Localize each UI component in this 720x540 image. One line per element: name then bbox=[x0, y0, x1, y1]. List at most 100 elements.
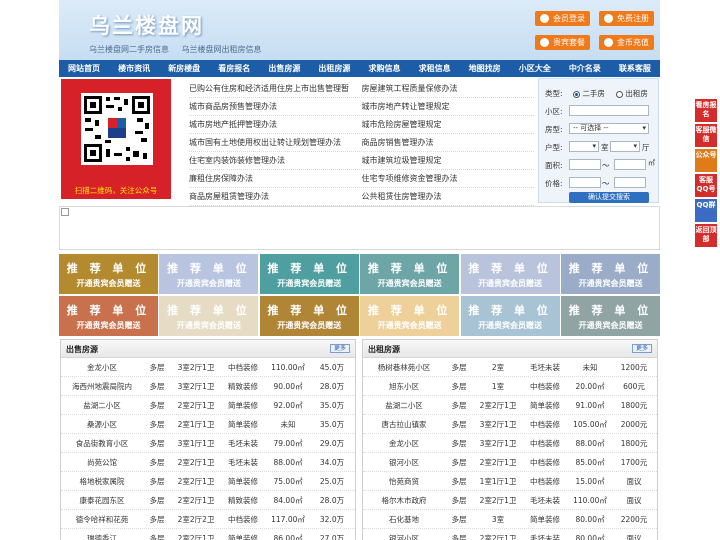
table-row[interactable]: 杨树巷林苑小区 多层 2室 毛坯未装 未知 1200元 bbox=[363, 358, 657, 377]
price-max-input[interactable] bbox=[614, 177, 646, 188]
side-official-account-button[interactable]: 公众号 bbox=[695, 149, 717, 172]
recommended-unit-tile[interactable]: 推 荐 单 位开通贵宾会员赠送 bbox=[460, 254, 560, 294]
community-cell[interactable]: 德令哈祥和花苑 bbox=[61, 510, 143, 528]
news-link[interactable]: 商品房屋租赁管理办法 bbox=[189, 188, 362, 205]
news-link[interactable]: 廉租住房保障办法 bbox=[189, 170, 362, 187]
hall-select[interactable]: ▾ bbox=[610, 141, 640, 152]
nav-wanted-buy[interactable]: 求购信息 bbox=[359, 60, 409, 77]
community-cell[interactable]: 唐古拉山镇家 bbox=[363, 415, 445, 433]
side-qq-group-button[interactable]: QQ群 bbox=[695, 199, 717, 222]
community-cell[interactable]: 金龙小区 bbox=[363, 434, 445, 452]
nav-for-rent[interactable]: 出租房源 bbox=[309, 60, 359, 77]
table-row[interactable]: 石化基地 多层 3室 简单装修 80.00㎡ 2200元 bbox=[363, 510, 657, 529]
nav-for-sale[interactable]: 出售房源 bbox=[259, 60, 309, 77]
community-cell[interactable]: 盐湖二小区 bbox=[61, 396, 143, 414]
news-link[interactable]: 商品房销售管理办法 bbox=[362, 134, 535, 151]
side-wechat-button[interactable]: 客服微信 bbox=[695, 124, 717, 147]
news-link[interactable]: 住宅专项维修资金管理办法 bbox=[362, 170, 535, 187]
table-row[interactable]: 盐湖二小区 多层 2室2厅1卫 简单装修 92.00㎡ 35.0万 bbox=[61, 396, 355, 415]
search-submit-button[interactable]: 确认提交搜索 bbox=[569, 192, 649, 203]
nav-contact[interactable]: 联系客服 bbox=[610, 60, 660, 77]
community-cell[interactable]: 杨树巷林苑小区 bbox=[363, 358, 445, 376]
table-row[interactable]: 银河小区 多层 2室2厅1卫 毛坯未装 80.00㎡ 面议 bbox=[363, 529, 657, 540]
table-row[interactable]: 金龙小区 多层 3室2厅1卫 中档装修 110.00㎡ 45.0万 bbox=[61, 358, 355, 377]
radio-secondhand[interactable]: 二手房 bbox=[573, 88, 605, 99]
recommended-unit-tile[interactable]: 推 荐 单 位开通贵宾会员赠送 bbox=[560, 254, 660, 294]
community-cell[interactable]: 银河小区 bbox=[363, 453, 445, 471]
table-row[interactable]: 银河小区 多层 2室2厅1卫 中档装修 85.00㎡ 1700元 bbox=[363, 453, 657, 472]
table-row[interactable]: 海西州地震局院内 多层 3室2厅1卫 精致装修 90.00㎡ 28.0万 bbox=[61, 377, 355, 396]
community-cell[interactable]: 桑源小区 bbox=[61, 415, 143, 433]
login-button[interactable]: 会员登录 bbox=[535, 11, 590, 26]
community-input[interactable] bbox=[569, 105, 649, 116]
recommended-unit-tile[interactable]: 推 荐 单 位开通贵宾会员赠送 bbox=[259, 296, 359, 336]
news-link[interactable]: 城市危险房屋管理规定 bbox=[362, 116, 535, 133]
side-viewing-signup-button[interactable]: 看房报名 bbox=[695, 99, 717, 122]
news-link[interactable]: 房屋建筑工程质量保修办法 bbox=[362, 80, 535, 97]
news-link[interactable]: 城市商品房预售管理办法 bbox=[189, 98, 362, 115]
community-cell[interactable]: 格地税家属院 bbox=[61, 472, 143, 490]
community-cell[interactable]: 石化基地 bbox=[363, 510, 445, 528]
community-cell[interactable]: 盐湖二小区 bbox=[363, 396, 445, 414]
recommended-unit-tile[interactable]: 推 荐 单 位开通贵宾会员赠送 bbox=[159, 296, 259, 336]
community-cell[interactable]: 瑞德香江 bbox=[61, 529, 143, 540]
area-max-input[interactable] bbox=[614, 159, 646, 170]
news-link[interactable]: 城市国有土地使用权出让转让规划管理办法 bbox=[189, 134, 362, 151]
community-cell[interactable]: 怡苑商贸 bbox=[363, 472, 445, 490]
table-row[interactable]: 德令哈祥和花苑 多层 2室2厅2卫 中档装修 117.00㎡ 32.0万 bbox=[61, 510, 355, 529]
news-link[interactable]: 已购公有住房和经济适用住房上市出售管理暂 bbox=[189, 80, 362, 97]
recommended-unit-tile[interactable]: 推 荐 单 位开通贵宾会员赠送 bbox=[59, 296, 158, 336]
recommended-unit-tile[interactable]: 推 荐 单 位开通贵宾会员赠送 bbox=[560, 296, 660, 336]
sale-more-button[interactable]: 更多 bbox=[330, 344, 350, 353]
recommended-unit-tile[interactable]: 推 荐 单 位开通贵宾会员赠送 bbox=[159, 254, 259, 294]
nav-news[interactable]: 楼市资讯 bbox=[109, 60, 159, 77]
rent-more-button[interactable]: 更多 bbox=[632, 344, 652, 353]
table-row[interactable]: 盐湖二小区 多层 2室2厅1卫 简单装修 91.00㎡ 1800元 bbox=[363, 396, 657, 415]
table-row[interactable]: 尚苑公馆 多层 2室2厅1卫 毛坯未装 88.00㎡ 34.0万 bbox=[61, 453, 355, 472]
news-link[interactable]: 住宅室内装饰装修管理办法 bbox=[189, 152, 362, 169]
recharge-button[interactable]: 金币充值 bbox=[599, 35, 654, 50]
radio-rental[interactable]: 出租房 bbox=[616, 88, 648, 99]
register-button[interactable]: 免费注册 bbox=[599, 11, 654, 26]
table-row[interactable]: 唐古拉山镇家 多层 3室2厅1卫 中档装修 105.00㎡ 2000元 bbox=[363, 415, 657, 434]
nav-home[interactable]: 网站首页 bbox=[59, 60, 109, 77]
table-row[interactable]: 瑞德香江 多层 2室2厅1卫 简单装修 86.00㎡ 27.0万 bbox=[61, 529, 355, 540]
nav-viewing-signup[interactable]: 看房报名 bbox=[209, 60, 259, 77]
banner-ad[interactable] bbox=[59, 206, 660, 250]
vip-package-button[interactable]: 贵宾套餐 bbox=[535, 35, 590, 50]
table-row[interactable]: 怡苑商贸 多层 1室1厅1卫 中档装修 15.00㎡ 面议 bbox=[363, 472, 657, 491]
community-cell[interactable]: 食品街教育小区 bbox=[61, 434, 143, 452]
room-select[interactable]: ▾ bbox=[569, 141, 599, 152]
community-cell[interactable]: 银河小区 bbox=[363, 529, 445, 540]
nav-new-homes[interactable]: 新房楼盘 bbox=[159, 60, 209, 77]
news-link[interactable]: 城市房地产抵押管理办法 bbox=[189, 116, 362, 133]
housetype-select[interactable]: -- 可选择 -- ▾ bbox=[569, 123, 649, 134]
community-cell[interactable]: 海西州地震局院内 bbox=[61, 377, 143, 395]
table-row[interactable]: 格尔木市政府 多层 2室2厅1卫 毛坯未装 110.00㎡ 面议 bbox=[363, 491, 657, 510]
table-row[interactable]: 旭东小区 多层 1室 中档装修 20.00㎡ 600元 bbox=[363, 377, 657, 396]
community-cell[interactable]: 旭东小区 bbox=[363, 377, 445, 395]
side-back-to-top-button[interactable]: 返回顶部 bbox=[695, 224, 717, 247]
area-min-input[interactable] bbox=[569, 159, 601, 170]
community-cell[interactable]: 康泰花园东区 bbox=[61, 491, 143, 509]
table-row[interactable]: 金龙小区 多层 3室2厅1卫 中档装修 88.00㎡ 1800元 bbox=[363, 434, 657, 453]
community-cell[interactable]: 金龙小区 bbox=[61, 358, 143, 376]
nav-agents[interactable]: 中介名录 bbox=[560, 60, 610, 77]
community-cell[interactable]: 尚苑公馆 bbox=[61, 453, 143, 471]
news-link[interactable]: 城市房地产转让管理规定 bbox=[362, 98, 535, 115]
site-logo[interactable]: 乌兰楼盘网 bbox=[89, 10, 204, 40]
recommended-unit-tile[interactable]: 推 荐 单 位开通贵宾会员赠送 bbox=[259, 254, 359, 294]
news-link[interactable]: 城市建筑垃圾管理规定 bbox=[362, 152, 535, 169]
table-row[interactable]: 桑源小区 多层 2室1厅1卫 简单装修 未知 35.0万 bbox=[61, 415, 355, 434]
subtitle-rental[interactable]: 乌兰楼盘网出租房信息 bbox=[182, 45, 262, 54]
price-min-input[interactable] bbox=[569, 177, 601, 188]
news-link[interactable]: 公共租赁住房管理办法 bbox=[362, 188, 535, 205]
community-cell[interactable]: 格尔木市政府 bbox=[363, 491, 445, 509]
nav-communities[interactable]: 小区大全 bbox=[510, 60, 560, 77]
side-qq-button[interactable]: 客服QQ号 bbox=[695, 174, 717, 197]
recommended-unit-tile[interactable]: 推 荐 单 位开通贵宾会员赠送 bbox=[360, 296, 460, 336]
subtitle-secondhand[interactable]: 乌兰楼盘网二手房信息 bbox=[89, 45, 169, 54]
table-row[interactable]: 康泰花园东区 多层 2室2厅1卫 精致装修 84.00㎡ 28.0万 bbox=[61, 491, 355, 510]
table-row[interactable]: 食品街教育小区 多层 3室1厅1卫 毛坯未装 79.00㎡ 29.0万 bbox=[61, 434, 355, 453]
recommended-unit-tile[interactable]: 推 荐 单 位开通贵宾会员赠送 bbox=[59, 254, 158, 294]
